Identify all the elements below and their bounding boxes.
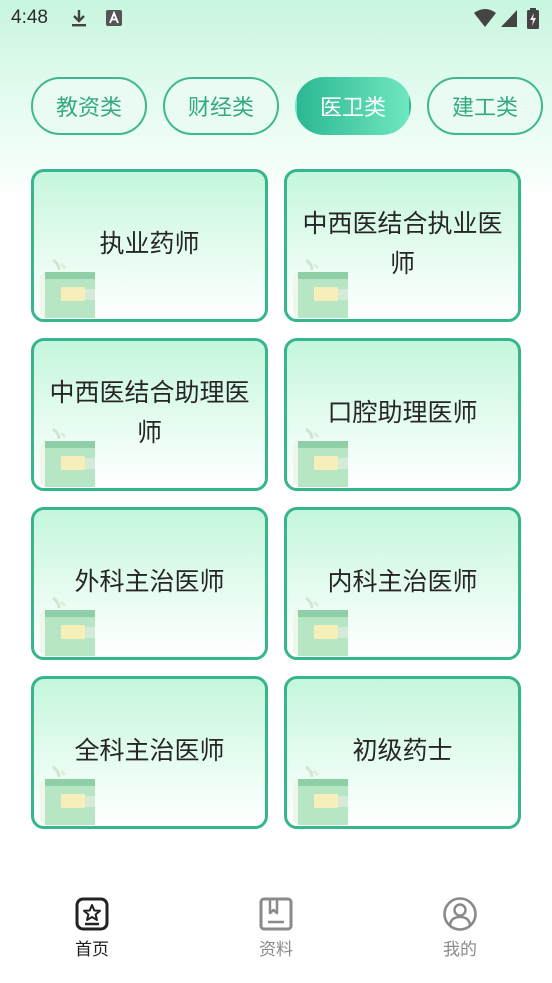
exam-card[interactable]: 全科主治医师: [31, 676, 268, 829]
exam-card[interactable]: 内科主治医师: [284, 507, 521, 660]
document-icon: [259, 897, 293, 931]
book-stack-icon: [290, 258, 354, 319]
download-icon: [72, 10, 86, 27]
exam-card[interactable]: 外科主治医师: [31, 507, 268, 660]
nav-materials[interactable]: 资料: [216, 896, 336, 960]
nav-profile[interactable]: 我的: [400, 896, 520, 960]
tab-label: 建工类: [451, 96, 518, 121]
exam-card[interactable]: 中西医结合执业医师: [284, 169, 521, 322]
battery-charging-icon: [527, 8, 539, 29]
status-bar: 4:48: [0, 0, 552, 38]
tab-label: 医卫类: [319, 96, 386, 121]
book-stack-icon: [290, 427, 354, 488]
home-star-icon: [75, 897, 109, 931]
exam-card[interactable]: 初级药士: [284, 676, 521, 829]
tab-label: 财经类: [187, 96, 254, 121]
nav-label: 资料: [259, 940, 293, 960]
book-stack-icon: [290, 765, 354, 826]
book-stack-icon: [37, 596, 101, 657]
tab-jiaozi[interactable]: 教资类: [31, 77, 147, 135]
bottom-nav: 首页 资料 我的: [0, 880, 552, 983]
book-stack-icon: [37, 258, 101, 319]
tab-caijing[interactable]: 财经类: [163, 77, 279, 135]
tab-yiwei[interactable]: 医卫类: [295, 77, 411, 135]
exam-card[interactable]: 中西医结合助理医师: [31, 338, 268, 491]
book-stack-icon: [37, 765, 101, 826]
book-stack-icon: [37, 427, 101, 488]
exam-card[interactable]: 执业药师: [31, 169, 268, 322]
wifi-icon: [474, 9, 496, 27]
tab-jiangong[interactable]: 建工类: [427, 77, 543, 135]
book-stack-icon: [290, 596, 354, 657]
nav-label: 我的: [443, 940, 477, 960]
signal-icon: [501, 10, 517, 27]
nav-home[interactable]: 首页: [32, 896, 152, 960]
exam-card[interactable]: 口腔助理医师: [284, 338, 521, 491]
status-time: 4:48: [11, 7, 48, 28]
nav-label: 首页: [75, 940, 109, 960]
category-tabs: 教资类 财经类 医卫类 建工类: [0, 76, 552, 138]
tab-label: 教资类: [55, 96, 122, 121]
profile-icon: [443, 897, 477, 931]
app-notification-icon: [106, 10, 122, 26]
